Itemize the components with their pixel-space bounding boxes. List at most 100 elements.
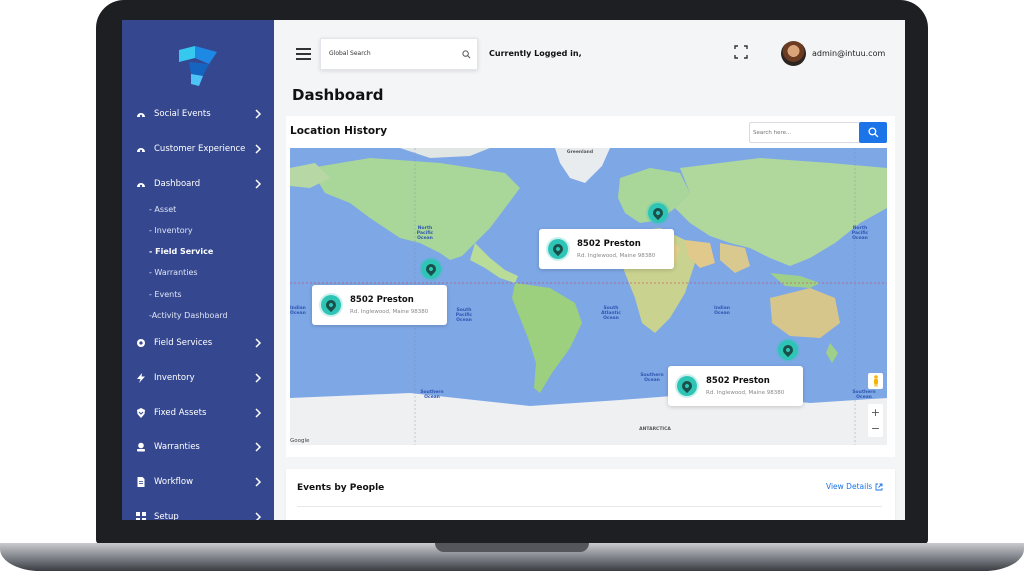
map-pin-icon — [679, 378, 695, 394]
sidebar-item-social-events[interactable]: Social Events — [122, 101, 274, 127]
map-label-south-atlantic: South Atlantic Ocean — [601, 306, 621, 321]
map-zoom-controls: + − — [868, 404, 883, 437]
sidebar: Social Events Customer Experience Dashbo… — [122, 20, 274, 520]
events-by-people-card: Events by People View Details — [286, 469, 895, 520]
chevron-right-icon — [255, 373, 262, 383]
page-title: Dashboard — [292, 86, 384, 104]
map-label-antarctica: ANTARCTICA — [639, 427, 671, 432]
location-popup-title: 8502 Preston — [706, 376, 770, 386]
zoom-out-button[interactable]: − — [868, 420, 883, 436]
sidebar-subitem-inventory[interactable]: - Inventory — [149, 226, 193, 235]
map-pin-icon — [550, 241, 566, 257]
map-pin-icon — [423, 261, 439, 277]
location-popup-address: Rd. Inglewood, Maine 98380 — [706, 390, 785, 396]
events-by-people-title: Events by People — [297, 483, 385, 493]
sidebar-subitem-events[interactable]: - Events — [149, 290, 182, 299]
global-search-field[interactable]: Global Search — [320, 38, 478, 70]
sidebar-item-inventory[interactable]: Inventory — [122, 365, 274, 391]
sidebar-item-setup[interactable]: Setup — [122, 504, 274, 520]
user-email[interactable]: admin@intuu.com — [812, 49, 885, 58]
sidebar-item-label: Setup — [154, 512, 179, 520]
sidebar-subitem-asset[interactable]: - Asset — [149, 205, 176, 214]
global-search-placeholder: Global Search — [329, 50, 371, 57]
street-view-pegman-icon[interactable] — [868, 373, 883, 389]
sidebar-item-label: Workflow — [154, 477, 194, 487]
sidebar-item-fixed-assets[interactable]: Fixed Assets — [122, 400, 274, 426]
search-icon — [867, 127, 878, 138]
map-label-south-pacific: South Pacific Ocean — [455, 308, 473, 323]
divider — [297, 506, 882, 507]
map-label-north-pacific: North Pacific Ocean — [416, 226, 434, 241]
sidebar-item-label: Field Services — [154, 338, 213, 348]
location-popup[interactable]: 8502 Preston Rd. Inglewood, Maine 98380 — [668, 366, 803, 406]
google-logo: Google — [290, 438, 310, 444]
sidebar-subitem-warranties[interactable]: - Warranties — [149, 268, 198, 277]
gear-icon — [135, 338, 146, 349]
location-popup-address: Rd. Inglewood, Maine 98380 — [350, 309, 429, 315]
menu-toggle-icon[interactable] — [296, 48, 311, 60]
chevron-right-icon — [255, 408, 262, 418]
app-screen: Social Events Customer Experience Dashbo… — [122, 20, 905, 520]
location-popup[interactable]: 8502 Preston Rd. Inglewood, Maine 98380 — [312, 285, 447, 325]
avatar[interactable] — [781, 41, 806, 66]
view-details-link[interactable]: View Details — [826, 482, 883, 491]
location-search-field[interactable] — [749, 122, 860, 143]
map-pin[interactable] — [421, 259, 441, 279]
map-label-greenland: Greenland — [566, 150, 594, 155]
map-pin[interactable] — [648, 203, 668, 223]
sidebar-subitem-activity-dashboard[interactable]: -Activity Dashboard — [149, 311, 228, 320]
location-search-button[interactable] — [859, 122, 887, 143]
dashboard-gauge-icon — [135, 144, 146, 155]
chevron-right-icon — [255, 477, 262, 487]
map-pin[interactable] — [778, 340, 798, 360]
fullscreen-icon[interactable] — [734, 45, 748, 59]
location-popup-title: 8502 Preston — [350, 295, 414, 305]
user-badge-icon — [135, 442, 146, 453]
location-popup[interactable]: 8502 Preston Rd. Inglewood, Maine 98380 — [539, 229, 674, 269]
zoom-in-button[interactable]: + — [868, 404, 883, 420]
dashboard-gauge-icon — [135, 109, 146, 120]
map-label-indian: Indian Ocean — [290, 306, 306, 316]
map-pin-icon — [650, 205, 666, 221]
laptop-notch — [435, 543, 589, 552]
lightning-icon — [135, 373, 146, 384]
search-icon[interactable] — [462, 50, 471, 59]
map-label-indian: Indian Ocean — [714, 306, 730, 316]
sidebar-item-label: Dashboard — [154, 179, 201, 189]
map-pin — [321, 295, 341, 315]
chevron-right-icon — [255, 179, 262, 189]
chevron-right-icon — [255, 442, 262, 452]
location-history-title: Location History — [290, 125, 388, 137]
location-popup-address: Rd. Inglewood, Maine 98380 — [577, 253, 656, 259]
external-link-icon — [875, 483, 883, 490]
chevron-right-icon — [255, 144, 262, 154]
chevron-right-icon — [255, 109, 262, 119]
map-pin — [548, 239, 568, 259]
sidebar-item-label: Inventory — [154, 373, 195, 383]
location-search-input[interactable] — [753, 127, 853, 139]
sidebar-item-warranties[interactable]: Warranties — [122, 434, 274, 460]
grid-icon — [135, 512, 146, 520]
map-pin-icon — [780, 342, 796, 358]
map-label-southern: Southern Ocean — [852, 390, 876, 400]
chevron-right-icon — [255, 338, 262, 348]
sidebar-item-dashboard[interactable]: Dashboard — [122, 171, 274, 197]
top-bar: Global Search Currently Logged in, admin… — [274, 20, 905, 88]
map-pin — [677, 376, 697, 396]
app-logo-icon — [179, 46, 217, 86]
location-history-card: Location History Search here... Greenlan… — [286, 116, 895, 457]
location-popup-title: 8502 Preston — [577, 239, 641, 249]
map-label-north-pacific: North Pacific Ocean — [851, 226, 869, 241]
map-pin-icon — [323, 297, 339, 313]
world-map[interactable]: Greenland North Pacific Ocean North Paci… — [290, 148, 887, 445]
sidebar-item-label: Social Events — [154, 109, 211, 119]
sidebar-subitem-field-service[interactable]: - Field Service — [149, 247, 213, 256]
sidebar-item-field-services[interactable]: Field Services — [122, 330, 274, 356]
dashboard-gauge-icon — [135, 179, 146, 190]
sidebar-item-workflow[interactable]: Workflow — [122, 469, 274, 495]
chevron-right-icon — [255, 512, 262, 520]
sidebar-item-customer-experience[interactable]: Customer Experience — [122, 136, 274, 162]
shield-icon — [135, 408, 146, 419]
logged-in-label: Currently Logged in, — [489, 49, 582, 58]
sidebar-item-label: Warranties — [154, 442, 200, 452]
